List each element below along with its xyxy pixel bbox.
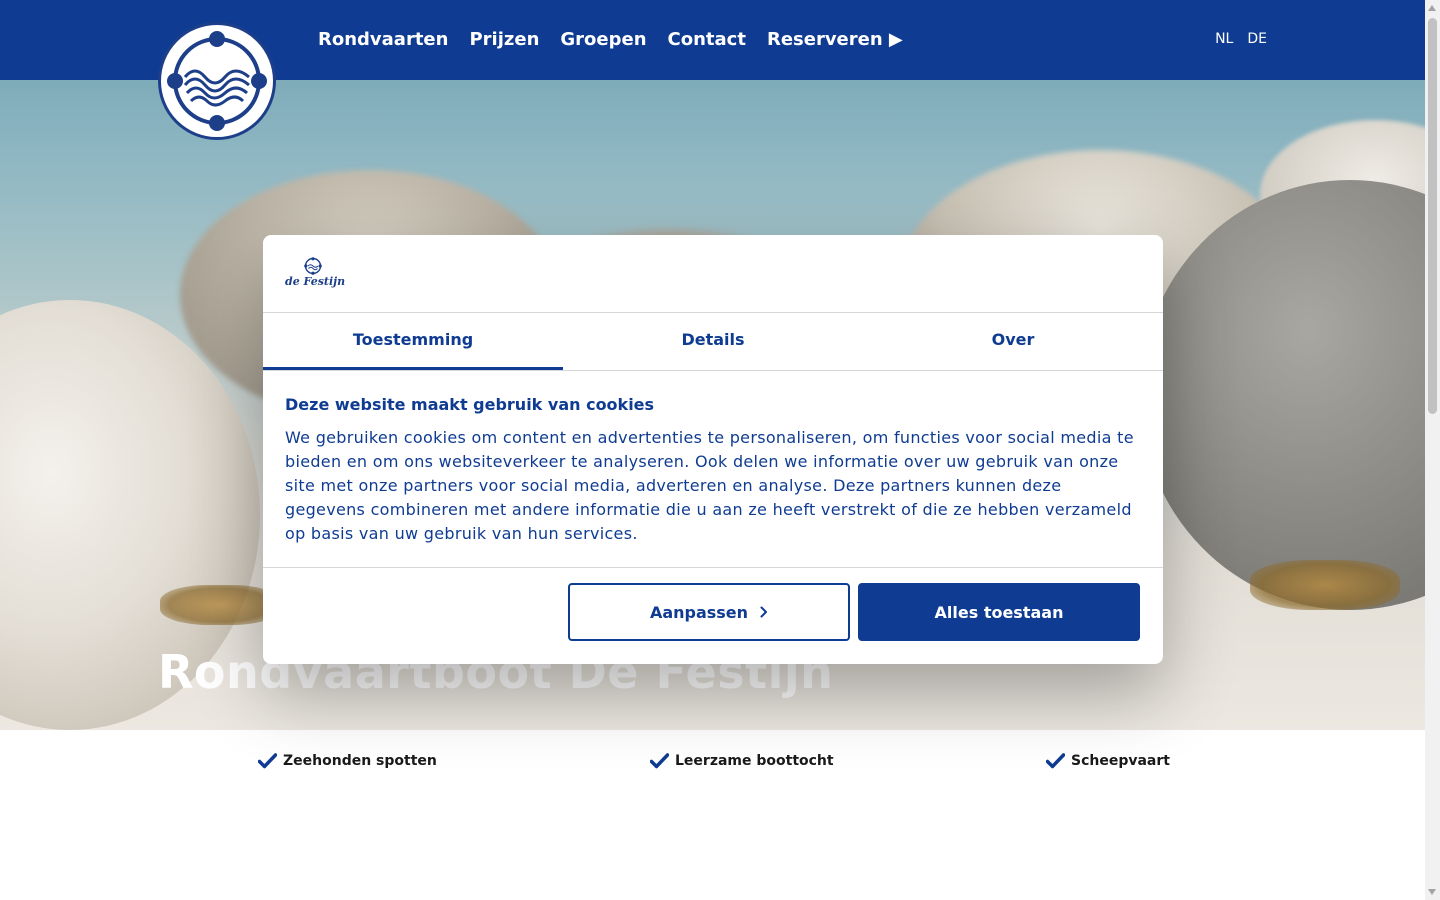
scroll-up-arrow-icon[interactable] [1428,5,1436,11]
page-scrollbar[interactable] [1425,0,1440,900]
chevron-right-icon [760,606,768,618]
cookie-dialog: de Festijn Toestemming Details Over Deze… [263,235,1163,664]
brand-emblem-icon [304,257,322,275]
customize-button[interactable]: Aanpassen [568,583,850,641]
allow-all-button-label: Alles toestaan [934,602,1064,622]
tab-over[interactable]: Over [863,313,1163,370]
cookie-dialog-body: Deze website maakt gebruik van cookies W… [285,395,1135,546]
scroll-down-arrow-icon[interactable] [1428,889,1436,895]
cookie-brand-logo: de Festijn [285,257,345,291]
cookie-overlay: de Festijn Toestemming Details Over Deze… [0,0,1425,900]
cookie-tabs: Toestemming Details Over [263,313,1163,371]
tab-toestemming[interactable]: Toestemming [263,313,563,370]
scrollbar-thumb[interactable] [1428,18,1437,414]
cookie-dialog-header: de Festijn [263,235,1163,313]
cookie-dialog-title: Deze website maakt gebruik van cookies [285,395,655,414]
cookie-dialog-footer: Aanpassen Alles toestaan [263,567,1163,664]
page: Rondvaartboot De Festijn Rondvaarten Pri… [0,0,1425,900]
tab-details[interactable]: Details [563,313,863,370]
allow-all-button[interactable]: Alles toestaan [858,583,1140,641]
brand-name: de Festijn [285,275,346,288]
cookie-dialog-text: We gebruiken cookies om content en adver… [285,428,1134,543]
customize-button-label: Aanpassen [649,602,749,622]
